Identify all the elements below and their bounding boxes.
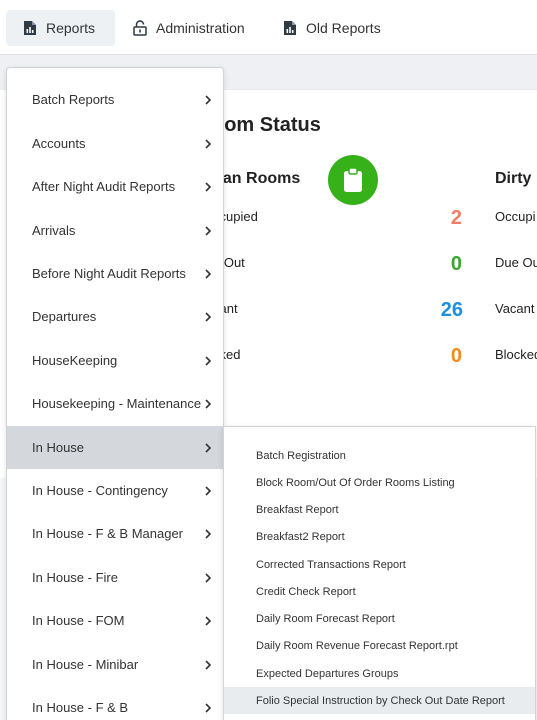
nav-old-reports-label: Old Reports <box>306 20 381 36</box>
lock-icon <box>133 20 147 36</box>
submenu-item-daily-room-forecast-report[interactable]: Daily Room Forecast Report <box>224 605 535 632</box>
clean-blocked-value[interactable]: 0 <box>422 345 462 368</box>
submenu-item-batch-registration[interactable]: Batch Registration <box>224 442 535 469</box>
nav-administration-tab[interactable]: Administration <box>133 10 245 46</box>
menu-item-label: After Night Audit Reports <box>32 179 176 194</box>
reports-dropdown-menu: Batch Reports Accounts After Night Audit… <box>6 67 224 720</box>
menu-item-label: Batch Reports <box>32 92 115 107</box>
nav-reports-label: Reports <box>46 20 96 36</box>
dirty-vacant-label: Vacant <box>495 301 535 316</box>
menu-item-housekeeping[interactable]: HouseKeeping <box>7 339 223 382</box>
menu-item-label: In House - F & B <box>32 700 129 715</box>
nav-old-reports-tab[interactable]: Old Reports <box>283 10 381 46</box>
clipboard-icon <box>328 155 378 205</box>
menu-item-housekeeping-maintenance[interactable]: Housekeeping - Maintenance <box>7 382 223 425</box>
menu-item-label: HouseKeeping <box>32 353 118 368</box>
menu-item-label: Housekeeping - Maintenance <box>32 396 202 411</box>
chevron-right-icon <box>205 225 212 236</box>
chevron-right-icon <box>205 355 212 366</box>
menu-item-departures[interactable]: Departures <box>7 295 223 338</box>
dirty-occupied-label: Occupi <box>495 209 536 224</box>
menu-item-in-house-fom[interactable]: In House - FOM <box>7 599 223 642</box>
menu-item-label: Departures <box>32 309 97 324</box>
dirty-blocked-label: Blocked <box>495 347 537 362</box>
menu-item-label: In House - FOM <box>32 613 125 628</box>
menu-item-before-night-audit-reports[interactable]: Before Night Audit Reports <box>7 252 223 295</box>
dirty-rooms-heading: Dirty <box>495 170 532 187</box>
chevron-right-icon <box>205 442 212 453</box>
menu-item-label: In House <box>32 440 85 455</box>
clean-rooms-heading: ean Rooms <box>214 170 301 187</box>
menu-item-label: In House - Fire <box>32 570 118 585</box>
chevron-right-icon <box>205 572 212 583</box>
menu-item-batch-reports[interactable]: Batch Reports <box>7 78 223 121</box>
chevron-right-icon <box>205 181 212 192</box>
submenu-item-expected-departures-groups[interactable]: Expected Departures Groups <box>224 660 535 687</box>
menu-item-label: In House - Minibar <box>32 657 139 672</box>
dirty-due-out-label: Due Ou <box>495 255 537 270</box>
menu-item-in-house[interactable]: In House <box>7 426 223 469</box>
menu-item-accounts[interactable]: Accounts <box>7 122 223 165</box>
submenu-item-corrected-transactions-report[interactable]: Corrected Transactions Report <box>224 551 535 578</box>
nav-administration-label: Administration <box>156 20 245 36</box>
chevron-right-icon <box>205 268 212 279</box>
submenu-item-breakfast2-report[interactable]: Breakfast2 Report <box>224 523 535 550</box>
menu-item-in-house-minibar[interactable]: In House - Minibar <box>7 643 223 686</box>
nav-reports-tab[interactable]: Reports <box>6 10 115 46</box>
submenu-item-folio-special-instruction[interactable]: Folio Special Instruction by Check Out D… <box>224 687 535 714</box>
chevron-right-icon <box>205 485 212 496</box>
menu-item-in-house-fb[interactable]: In House - F & B <box>7 686 223 720</box>
chevron-right-icon <box>205 398 212 409</box>
top-nav-bar: Reports Administration Old Reports <box>0 0 537 55</box>
chevron-right-icon <box>205 659 212 670</box>
menu-item-arrivals[interactable]: Arrivals <box>7 209 223 252</box>
chevron-right-icon <box>205 138 212 149</box>
clean-due-out-value[interactable]: 0 <box>422 253 462 276</box>
menu-item-label: In House - F & B Manager <box>32 526 184 541</box>
room-status-title: oom Status <box>212 114 321 136</box>
menu-item-label: Arrivals <box>32 223 76 238</box>
menu-item-in-house-fb-manager[interactable]: In House - F & B Manager <box>7 512 223 555</box>
submenu-item-block-room-listing[interactable]: Block Room/Out Of Order Rooms Listing <box>224 469 535 496</box>
submenu-item-daily-room-revenue-forecast[interactable]: Daily Room Revenue Forecast Report.rpt <box>224 632 535 659</box>
menu-item-in-house-contingency[interactable]: In House - Contingency <box>7 469 223 512</box>
chevron-right-icon <box>205 615 212 626</box>
menu-item-in-house-fire[interactable]: In House - Fire <box>7 556 223 599</box>
chevron-right-icon <box>205 311 212 322</box>
menu-item-label: In House - Contingency <box>32 483 168 498</box>
submenu-item-credit-check-report[interactable]: Credit Check Report <box>224 578 535 605</box>
menu-item-label: Accounts <box>32 136 86 151</box>
menu-item-label: Before Night Audit Reports <box>32 266 186 281</box>
in-house-submenu: Batch Registration Block Room/Out Of Ord… <box>223 426 536 720</box>
report-icon <box>23 20 37 36</box>
clean-vacant-value[interactable]: 26 <box>423 299 463 322</box>
report-icon <box>283 20 297 36</box>
chevron-right-icon <box>205 528 212 539</box>
chevron-right-icon <box>205 94 212 105</box>
chevron-right-icon <box>205 702 212 713</box>
clean-occupied-value[interactable]: 2 <box>422 207 462 230</box>
submenu-item-breakfast-report[interactable]: Breakfast Report <box>224 496 535 523</box>
menu-item-after-night-audit-reports[interactable]: After Night Audit Reports <box>7 165 223 208</box>
